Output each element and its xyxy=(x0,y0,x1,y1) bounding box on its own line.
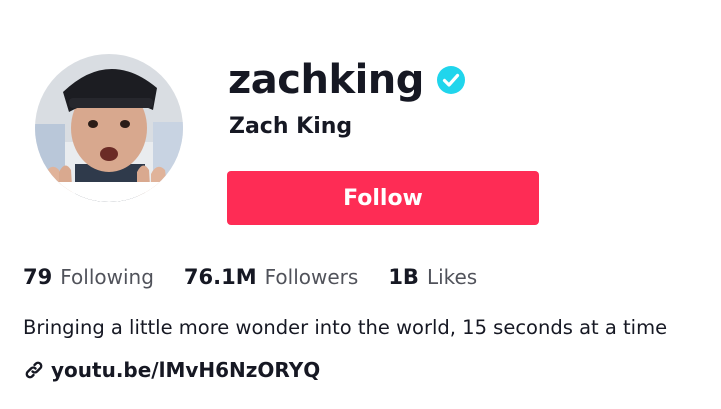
stat-value: 79 xyxy=(23,265,53,289)
stat-value: 1B xyxy=(388,265,419,289)
stat-label: Following xyxy=(60,265,154,289)
avatar-image xyxy=(35,54,183,202)
link-icon xyxy=(23,359,45,381)
profile-header: zachking Zach King Follow 79 Following 7… xyxy=(0,0,721,409)
stat-likes: 1B Likes xyxy=(388,265,477,289)
profile-link-text[interactable]: youtu.be/lMvH6NzORYQ xyxy=(51,358,320,382)
stat-value: 76.1M xyxy=(183,265,257,289)
display-name: Zach King xyxy=(229,114,353,139)
stat-following[interactable]: 79 Following xyxy=(23,265,154,289)
avatar[interactable] xyxy=(35,54,183,202)
username: zachking xyxy=(228,57,424,103)
stat-followers[interactable]: 76.1M Followers xyxy=(184,265,358,289)
stats-row: 79 Following 76.1M Followers 1B Likes xyxy=(23,265,507,289)
stat-label: Likes xyxy=(426,265,478,289)
username-row: zachking xyxy=(228,52,466,108)
stat-label: Followers xyxy=(264,265,359,289)
verified-badge-icon xyxy=(436,65,466,95)
bio-text: Bringing a little more wonder into the w… xyxy=(23,316,668,339)
follow-button[interactable]: Follow xyxy=(227,171,539,225)
profile-link[interactable]: youtu.be/lMvH6NzORYQ xyxy=(23,358,320,382)
